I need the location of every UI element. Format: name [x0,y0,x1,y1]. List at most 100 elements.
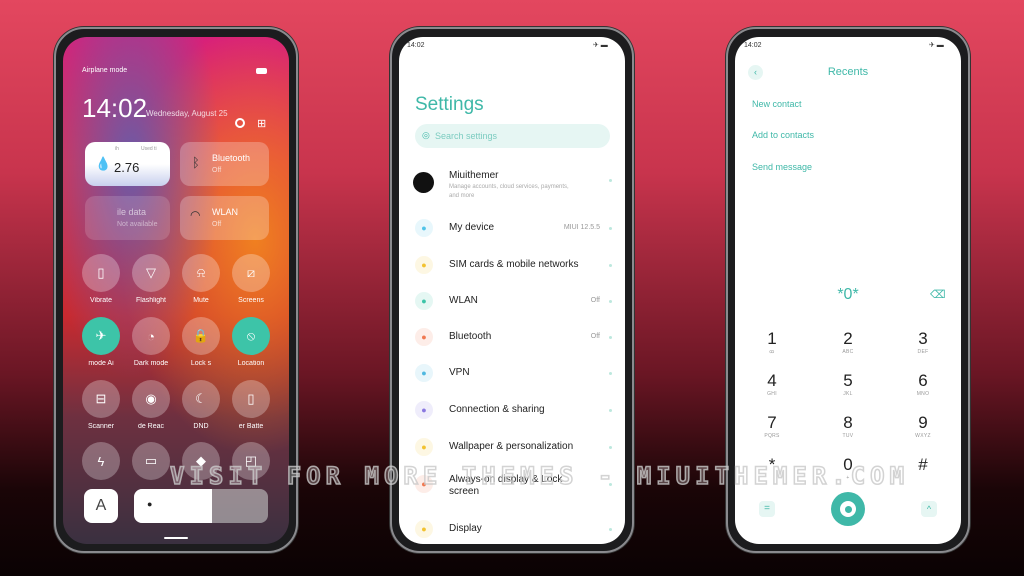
key-5[interactable]: 5 JKL [823,371,873,397]
key-digit: 6 [918,371,928,390]
call-icon [840,501,856,517]
flashlight-icon: ▽ [146,265,156,280]
status-icons: ✈ ▬ [929,42,944,49]
add-to-contacts-link[interactable]: Add to contacts [752,130,814,140]
wlan-title: WLAN [212,207,239,217]
auto-brightness-button[interactable]: A [84,489,118,523]
mobile-data-tile[interactable]: ile data Not available [85,196,170,240]
wifi-icon: ◠ [190,208,201,222]
key-4[interactable]: 4 GHI [747,371,797,397]
bell-off-icon: ⍾ [196,265,206,280]
data-usage-tile[interactable]: 💧 ih Used ti 2.76 [85,142,170,186]
account-name: Miuithemer [449,170,499,181]
settings-gear-icon[interactable] [235,118,245,128]
toggle-lightning[interactable]: ϟ [82,442,120,480]
key-8[interactable]: 8 TUV [823,413,873,439]
collapse-keypad-button[interactable]: ^ [921,501,937,517]
key-3[interactable]: 3 DEF [898,329,948,355]
key-digit: 2 [843,329,853,348]
wlan-tile[interactable]: ◠ WLAN Off [180,196,269,240]
backspace-icon[interactable]: ⌫ [930,288,946,301]
settings-item[interactable]: ● SIM cards & mobile networks [407,255,622,275]
search-bar[interactable]: ◎ Search settings [415,124,610,148]
connection-icon: ● [415,401,433,419]
wlan-status: Off [212,221,222,228]
key-digit: 3 [918,329,928,348]
bluetooth-tile[interactable]: ᛒ Bluetooth Off [180,142,269,186]
location-icon: ⦸ [246,328,256,343]
send-message-link[interactable]: Send message [752,162,812,172]
scanner-icon: ⊟ [95,391,107,406]
edit-grid-icon[interactable]: ⊞ [257,117,266,130]
toggle-location[interactable]: ⦸ [232,317,270,355]
settings-item-label: Display [449,523,482,534]
key-digit: 8 [843,413,853,432]
screenshot-icon: ⧄ [246,265,256,280]
toggle-scanner[interactable]: ⊟ [82,380,120,418]
status-time: 14:02 [744,42,762,49]
lightning-icon: ϟ [97,453,105,469]
toggle-dark-mode[interactable]: ◔ [132,317,170,355]
settings-item-value: MIUI 12.5.5 [563,224,600,231]
chevron-icon [609,227,612,230]
search-placeholder: Search settings [435,131,498,141]
toggle-cast[interactable]: ▭ [132,442,170,480]
settings-item-label: Bluetooth [449,331,492,342]
eye-icon: ◉ [145,391,157,406]
data-value: 2.76 [114,160,140,175]
chevron-icon [609,300,612,303]
toggle-bell-off[interactable]: ⍾ [182,254,220,292]
toggle-screenshot[interactable]: ⧄ [232,254,270,292]
key-letters: ABC [842,349,854,355]
settings-item[interactable]: ● My device MIUI 12.5.5 [407,218,622,238]
key-letters: WXYZ [915,433,931,439]
bluetooth-icon: ᛒ [192,155,200,170]
mobile-data-title: ile data [117,207,147,217]
chevron-icon [609,372,612,375]
battery-icon: ▯ [247,391,255,406]
sim-icon: ● [415,256,433,274]
account-row[interactable]: Miuithemer Manage accounts, cloud servic… [407,170,622,202]
key-7[interactable]: 7 PQRS [747,413,797,439]
data-label-left: ih [115,146,119,152]
key-letters: PQRS [764,433,780,439]
toggle-lock[interactable]: 🔒 [182,317,220,355]
wallpaper-icon: ● [415,438,433,456]
toggle-airplane[interactable]: ✈ [82,317,120,355]
display-icon: ● [415,520,433,538]
key-digit: 9 [918,413,928,432]
mobile-data-status: Not available [117,221,158,228]
page-title: Settings [415,94,484,115]
key-9[interactable]: 9 WXYZ [898,413,948,439]
brightness-slider[interactable]: ● [134,489,268,523]
settings-item[interactable]: ● Wallpaper & personalization [407,437,622,457]
avatar [413,172,434,193]
menu-button[interactable]: = [759,501,775,517]
key-letters: GHI [767,391,777,397]
settings-item[interactable]: ● Connection & sharing [407,400,622,420]
toggle-eye[interactable]: ◉ [132,380,170,418]
settings-item[interactable]: ● Display [407,519,622,539]
key-letters: DEF [917,349,929,355]
toggle-flashlight[interactable]: ▽ [132,254,170,292]
brightness-fill [134,489,212,523]
key-2[interactable]: 2 ABC [823,329,873,355]
key-1[interactable]: 1ꝏ [747,329,797,355]
settings-item[interactable]: ● Bluetooth Off [407,327,622,347]
back-button[interactable]: ‹ [748,65,763,80]
phone-icon: ● [415,219,433,237]
toggle-battery[interactable]: ▯ [232,380,270,418]
key-6[interactable]: 6 MNO [898,371,948,397]
airplane-icon: ✈ [95,328,107,343]
page-title: Recents [827,66,869,78]
call-button[interactable] [831,492,865,526]
settings-item[interactable]: ● VPN [407,363,622,383]
vpn-icon: ● [415,364,433,382]
toggle-vibrate[interactable]: ▯ [82,254,120,292]
settings-item[interactable]: ● WLAN Off [407,291,622,311]
key-digit: 5 [843,371,853,390]
dial-input[interactable]: *0* [808,286,888,304]
new-contact-link[interactable]: New contact [752,99,802,109]
toggle-label: Location [237,360,265,367]
toggle-moon[interactable]: ☾ [182,380,220,418]
